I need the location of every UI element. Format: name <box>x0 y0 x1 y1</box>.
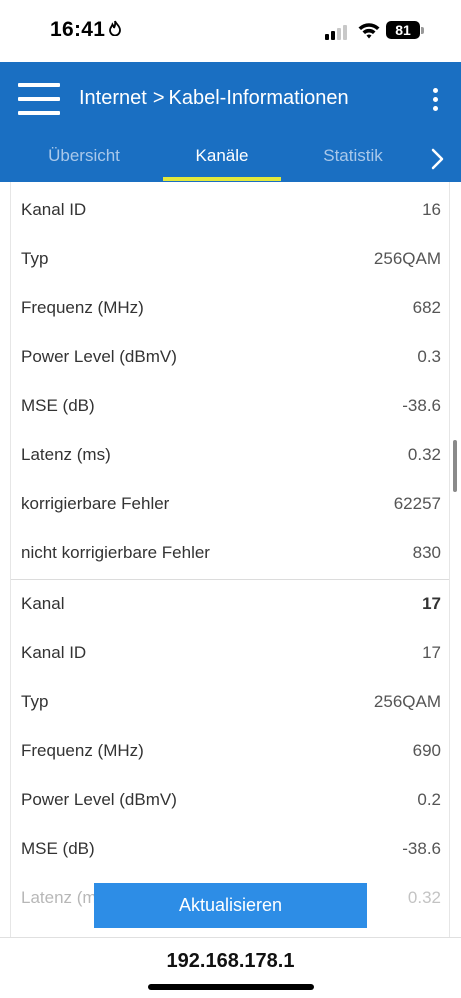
list-item: Typ 256QAM <box>11 235 449 284</box>
list-item: Power Level (dBmV) 0.2 <box>11 776 449 825</box>
list-item: Frequenz (MHz) 690 <box>11 727 449 776</box>
row-value: 690 <box>412 741 441 760</box>
battery-icon: 81 <box>386 21 420 39</box>
breadcrumb: Internet > Kabel-Informationen <box>79 87 349 110</box>
active-tab-indicator <box>163 177 281 181</box>
channel-details-list[interactable]: Kanal ID 16 Typ 256QAM Frequenz (MHz) 68… <box>10 182 450 937</box>
row-value: 682 <box>412 298 441 317</box>
row-label: Frequenz (MHz) <box>21 741 144 760</box>
row-value: 0.32 <box>407 445 441 464</box>
chevron-right-icon[interactable] <box>426 146 448 172</box>
list-item: Typ 256QAM <box>11 678 449 727</box>
list-item: Kanal ID 17 <box>11 629 449 678</box>
hamburger-menu-icon[interactable] <box>18 83 60 115</box>
row-value: 0.3 <box>417 347 441 366</box>
list-item: nicht korrigierbare Fehler 830 <box>11 529 449 578</box>
wifi-icon <box>357 20 381 40</box>
home-indicator[interactable] <box>148 984 314 990</box>
list-item: Frequenz (MHz) 682 <box>11 284 449 333</box>
row-value: 256QAM <box>373 249 441 268</box>
row-label: Latenz (ms) <box>21 445 111 464</box>
screen: 16:41 81 Internet>Kabel-Informationen <box>0 0 461 998</box>
battery-nub <box>421 27 424 34</box>
cellular-signal-icon <box>325 24 349 40</box>
flame-icon <box>109 18 122 42</box>
url-text[interactable]: 192.168.178.1 <box>0 950 461 973</box>
tab-kanaele[interactable]: Kanäle <box>163 138 281 182</box>
channel-number: 17 <box>422 594 441 613</box>
row-label: Kanal <box>21 594 65 613</box>
list-item: Kanal 17 <box>11 580 449 629</box>
row-label: Kanal ID <box>21 643 87 662</box>
row-label: MSE (dB) <box>21 396 95 415</box>
app-header: Internet > Kabel-Informationen Übersicht K… <box>0 62 461 182</box>
row-value: -38.6 <box>402 396 441 415</box>
list-item: korrigierbare Fehler 62257 <box>11 480 449 529</box>
row-value: 16 <box>422 200 441 219</box>
breadcrumb-separator: > <box>152 87 165 109</box>
refresh-button[interactable]: Aktualisieren <box>94 883 367 928</box>
breadcrumb-parent[interactable]: Internet <box>79 87 147 109</box>
more-options-icon[interactable] <box>426 86 446 114</box>
row-label: Typ <box>21 692 49 711</box>
row-value: 0.32 <box>407 888 441 907</box>
row-label: Typ <box>21 249 49 268</box>
row-value: 830 <box>412 543 441 562</box>
list-item: Power Level (dBmV) 0.3 <box>11 333 449 382</box>
row-value: 62257 <box>393 494 441 513</box>
tab-uebersicht[interactable]: Übersicht <box>24 138 144 182</box>
browser-address-bar: 192.168.178.1 <box>0 937 461 998</box>
row-label: Power Level (dBmV) <box>21 790 177 809</box>
status-time-text: 16:41 <box>50 18 106 41</box>
row-value: 17 <box>422 643 441 662</box>
row-label: nicht korrigierbare Fehler <box>21 543 210 562</box>
status-bar: 16:41 81 <box>0 0 461 62</box>
row-value: 256QAM <box>373 692 441 711</box>
tab-statistik[interactable]: Statistik <box>300 138 406 182</box>
row-label: Power Level (dBmV) <box>21 347 177 366</box>
list-item: Kanal ID 16 <box>11 186 449 235</box>
row-label: Kanal ID <box>21 200 87 219</box>
row-label: MSE (dB) <box>21 839 95 858</box>
breadcrumb-current: Kabel-Informationen <box>168 87 349 109</box>
row-label: korrigierbare Fehler <box>21 494 170 513</box>
list-item: MSE (dB) -38.6 <box>11 825 449 874</box>
row-value: -38.6 <box>402 839 441 858</box>
tab-bar: Übersicht Kanäle Statistik <box>0 138 461 182</box>
row-value: 0.2 <box>417 790 441 809</box>
scrollbar-thumb[interactable] <box>453 440 457 492</box>
list-item: MSE (dB) -38.6 <box>11 382 449 431</box>
status-time: 16:41 <box>50 18 122 42</box>
list-item: Latenz (ms) 0.32 <box>11 431 449 480</box>
row-label: Frequenz (MHz) <box>21 298 144 317</box>
